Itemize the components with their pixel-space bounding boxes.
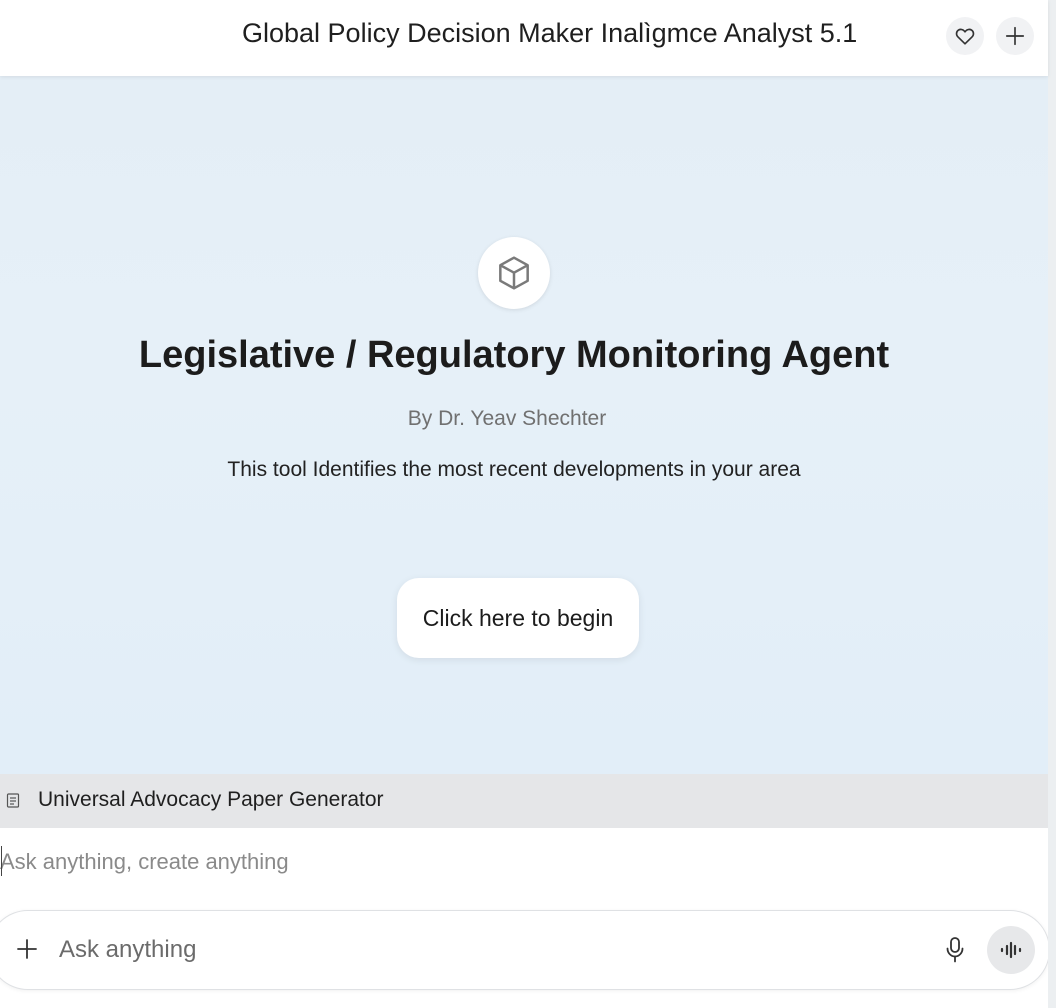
heart-icon xyxy=(955,28,975,45)
app-window: Global Policy Decision Maker Inalìgmce A… xyxy=(0,0,1056,1008)
attachment-bar[interactable]: Universal Advocacy Paper Generator xyxy=(0,774,1048,828)
composer-input[interactable] xyxy=(59,931,879,969)
page-title: Global Policy Decision Maker Inalìgmce A… xyxy=(242,18,858,48)
plus-icon xyxy=(17,939,37,959)
cube-icon xyxy=(499,256,529,290)
header-bar: Global Policy Decision Maker Inalìgmce A… xyxy=(0,0,1048,76)
text-caret xyxy=(1,846,2,876)
composer-bar xyxy=(0,910,1050,990)
add-attachment-button[interactable] xyxy=(11,933,43,965)
agent-intro-panel: Legislative / Regulatory Monitoring Agen… xyxy=(0,76,1048,774)
microphone-button[interactable] xyxy=(939,933,971,967)
microphone-icon xyxy=(946,937,964,963)
document-icon xyxy=(6,793,20,808)
agent-description: This tool Identifies the most recent dev… xyxy=(227,458,801,481)
prompt-area xyxy=(0,828,1048,908)
voice-waveform-icon xyxy=(1000,941,1022,959)
window-edge xyxy=(1048,0,1056,1008)
voice-mode-button[interactable] xyxy=(987,926,1035,974)
favorite-button[interactable] xyxy=(946,17,984,55)
new-chat-button[interactable] xyxy=(996,17,1034,55)
agent-title: Legislative / Regulatory Monitoring Agen… xyxy=(138,334,890,376)
agent-avatar xyxy=(478,237,550,309)
agent-author: By Dr. Yeav Shechter xyxy=(407,407,607,430)
prompt-input[interactable] xyxy=(0,844,900,880)
plus-icon xyxy=(1005,26,1025,46)
attachment-label: Universal Advocacy Paper Generator xyxy=(38,788,384,811)
begin-button[interactable]: Click here to begin xyxy=(397,578,639,658)
